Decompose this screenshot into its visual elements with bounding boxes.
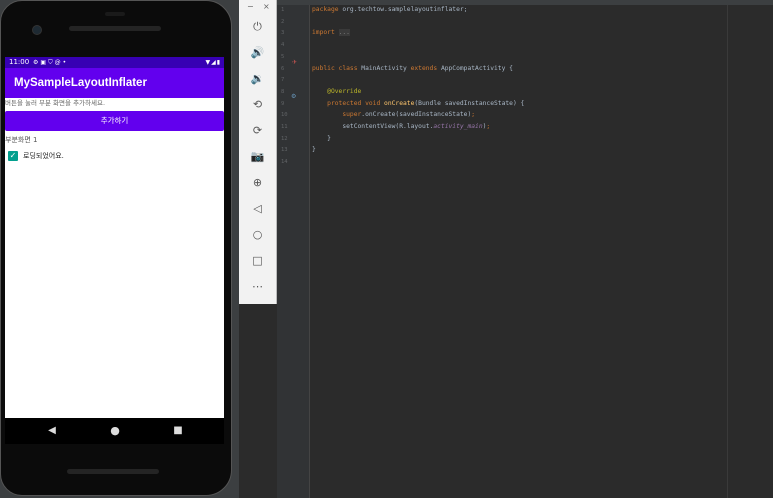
code-token: ... [338, 29, 350, 37]
hint-text: 버튼을 눌러 부분 화면을 추가하세요. [5, 99, 106, 107]
code-token: } [312, 146, 316, 154]
code-token: onCreate [384, 99, 415, 107]
line-number: 1 [281, 7, 285, 13]
app-bar: MySampleLayoutInflater [5, 68, 224, 98]
editor-tab[interactable] [452, 0, 492, 5]
volume-up-icon[interactable]: 🔊 [239, 42, 276, 64]
line-number: 4 [281, 42, 285, 49]
device-screen[interactable]: 11:00 ⚙▣⛉@• ▼◢▮ MySampleLayoutInflater 버… [5, 57, 224, 418]
code-line: @Override [312, 88, 361, 96]
status-time: 11:00 [9, 58, 30, 66]
line-number-gutter: ✈ ⚙ 1 2 3 4 5 6 7 8 9 10 11 12 13 14 [277, 5, 310, 498]
line-number: 8 [281, 88, 285, 95]
line-number: 13 [281, 147, 288, 154]
line-number: 2 [281, 18, 285, 25]
code-token: activity_main [433, 123, 483, 130]
code-token: import [312, 29, 339, 37]
right-margin-guide [727, 5, 728, 498]
dot-icon: • [62, 59, 69, 66]
code-token: super [312, 111, 362, 119]
line-number: 3 [281, 30, 285, 37]
code-token: package [312, 6, 343, 13]
code-line: import ... [312, 29, 350, 37]
app-title: MySampleLayoutInflater [14, 77, 147, 89]
navigation-bar: ◀ ● ■ [5, 418, 224, 444]
code-editor: ✈ ⚙ 1 2 3 4 5 6 7 8 9 10 11 12 13 14 package org.tech… [277, 0, 773, 498]
code-line: package org.techtow.samplelayoutinflater… [312, 6, 467, 14]
line-number: 9 [281, 100, 285, 107]
top-speaker [69, 26, 161, 31]
close-button[interactable]: × [263, 0, 270, 14]
code-token: } [312, 134, 331, 142]
code-line: } [312, 135, 331, 143]
line-number: 11 [281, 124, 288, 130]
sim-icon: ▣ [40, 59, 49, 66]
at-icon: @ [54, 59, 63, 66]
overview-icon[interactable]: □ [239, 250, 276, 272]
back-icon[interactable]: ◁ [239, 198, 276, 220]
status-icons: ⚙▣⛉@• [33, 57, 68, 68]
code-token: org.techtow.samplelayoutinflater; [342, 6, 468, 13]
editor-tab[interactable] [502, 0, 572, 5]
nav-home-icon[interactable]: ● [102, 418, 128, 444]
checkbox-label: 로딩되었어요. [23, 152, 64, 160]
minimize-button[interactable]: − [247, 0, 254, 14]
emulator-device-frame: 11:00 ⚙▣⛉@• ▼◢▮ MySampleLayoutInflater 버… [0, 0, 232, 496]
code-line: super.onCreate(savedInstanceState); [312, 111, 475, 119]
editor-tab[interactable] [367, 0, 437, 5]
code-line: protected void onCreate(Bundle savedInst… [312, 100, 524, 108]
rotate-right-icon[interactable]: ⟳ [239, 120, 276, 142]
rotate-left-icon[interactable]: ⟲ [239, 94, 276, 116]
code-token: public class [312, 64, 362, 72]
home-icon[interactable]: ○ [239, 224, 276, 246]
line-number: 12 [281, 135, 288, 142]
code-token: ; [486, 123, 491, 130]
code-line: public class MainActivity extends AppCom… [312, 65, 513, 73]
device-notch [105, 12, 125, 16]
code-token: (Bundle savedInstanceState) { [414, 99, 525, 107]
status-bar: 11:00 ⚙▣⛉@• ▼◢▮ [5, 57, 224, 68]
code-line: } [312, 146, 316, 154]
line-number: 14 [281, 159, 288, 166]
editor-tab-strip [277, 0, 773, 5]
line-number: 7 [281, 77, 285, 84]
checkbox-checked-icon[interactable]: ✓ [8, 151, 18, 161]
bottom-speaker [67, 469, 159, 474]
editor-tab[interactable] [597, 0, 667, 5]
status-right-icons: ▼◢▮ [205, 57, 221, 68]
code-token: setContentView(R.layout. [312, 123, 434, 130]
more-icon[interactable]: ⋯ [239, 276, 276, 298]
add-button[interactable]: 추가하기 [5, 111, 224, 131]
front-camera-icon [32, 25, 42, 35]
volume-down-icon[interactable]: 🔉 [239, 68, 276, 90]
code-token: @Override [312, 87, 362, 95]
code-token: AppCompatActivity { [440, 64, 513, 72]
code-token: protected void [312, 99, 385, 107]
sub-layout-label: 부분화면 1 [5, 136, 38, 144]
nav-recent-icon[interactable]: ■ [165, 418, 191, 444]
power-icon[interactable]: ⏻ [239, 16, 276, 38]
zoom-icon[interactable]: ⊕ [239, 172, 276, 194]
line-number: 5 [281, 53, 285, 60]
code-token: .onCreate(savedInstanceState) [361, 111, 472, 119]
code-token: extends [410, 64, 441, 72]
code-line: setContentView(R.layout.activity_main); [312, 123, 490, 131]
emulator-toolbar: − × ⏻ 🔊 🔉 ⟲ ⟳ 📷 ⊕ ◁ ○ □ ⋯ [239, 0, 277, 304]
camera-icon[interactable]: 📷 [239, 146, 276, 168]
battery-icon: ▮ [216, 59, 221, 66]
code-token: ; [471, 111, 476, 119]
nav-back-icon[interactable]: ◀ [39, 418, 65, 444]
code-token: MainActivity [361, 64, 411, 72]
line-number: 10 [281, 112, 288, 119]
line-number: 6 [281, 65, 285, 72]
